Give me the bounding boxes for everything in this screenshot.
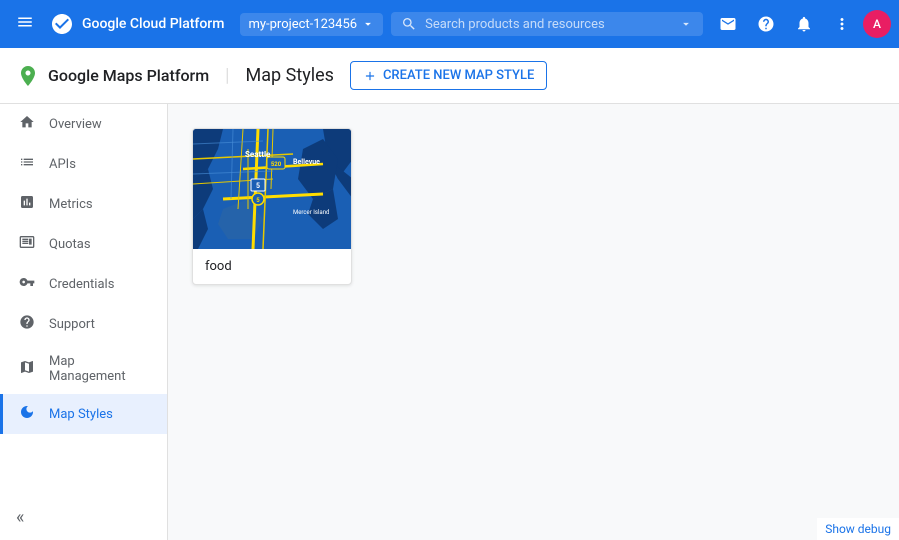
map-thumbnail: 520 Seattle Bellevue Mercer Island 5 5	[193, 129, 352, 249]
sidebar-item-support[interactable]: Support	[0, 304, 167, 344]
support-icon[interactable]	[711, 7, 745, 41]
search-bar[interactable]: Search products and resources	[391, 12, 703, 36]
sidebar-item-overview[interactable]: Overview	[0, 104, 167, 144]
create-new-map-style-button[interactable]: CREATE NEW MAP STYLE	[350, 61, 547, 90]
metrics-icon	[19, 194, 37, 214]
main-layout: Overview APIs Metrics Quotas	[0, 104, 899, 540]
page-title: Map Styles	[246, 65, 334, 86]
sidebar-item-apis[interactable]: APIs	[0, 144, 167, 184]
map-style-label: food	[193, 249, 351, 284]
sidebar-item-metrics[interactable]: Metrics	[0, 184, 167, 224]
project-selector[interactable]: my-project-123456	[240, 13, 383, 36]
divider: |	[225, 65, 229, 86]
map-style-card-food[interactable]: 520 Seattle Bellevue Mercer Island 5 5 f	[192, 128, 352, 285]
map-management-icon	[19, 359, 37, 379]
menu-icon[interactable]	[8, 5, 42, 44]
svg-text:5: 5	[256, 182, 260, 190]
more-icon[interactable]	[825, 7, 859, 41]
svg-text:520: 520	[271, 161, 282, 168]
sub-header-app-name: Google Maps Platform	[48, 66, 209, 85]
sidebar: Overview APIs Metrics Quotas	[0, 104, 168, 540]
top-bar-actions: A	[711, 7, 891, 41]
svg-text:Mercer Island: Mercer Island	[293, 209, 329, 216]
sidebar-item-credentials[interactable]: Credentials	[0, 264, 167, 304]
quotas-icon	[19, 234, 37, 254]
main-content: 520 Seattle Bellevue Mercer Island 5 5 f	[168, 104, 899, 540]
svg-text:Bellevue: Bellevue	[293, 158, 320, 166]
maps-platform-logo: Google Maps Platform	[16, 64, 209, 88]
top-bar: Google Cloud Platform my-project-123456 …	[0, 0, 899, 48]
svg-text:5: 5	[256, 197, 260, 204]
avatar[interactable]: A	[863, 10, 891, 38]
svg-text:Seattle: Seattle	[245, 150, 271, 159]
credentials-icon	[19, 274, 37, 294]
overview-icon	[19, 114, 37, 134]
notifications-icon[interactable]	[787, 7, 821, 41]
sidebar-item-map-styles[interactable]: Map Styles	[0, 394, 167, 434]
support-icon	[19, 314, 37, 334]
app-logo: Google Cloud Platform	[50, 12, 224, 36]
apis-icon	[19, 154, 37, 174]
sidebar-item-quotas[interactable]: Quotas	[0, 224, 167, 264]
help-icon[interactable]	[749, 7, 783, 41]
sub-header: Google Maps Platform | Map Styles CREATE…	[0, 48, 899, 104]
sidebar-collapse-button[interactable]: «	[0, 495, 167, 540]
map-styles-icon	[19, 404, 37, 424]
sidebar-item-map-management[interactable]: Map Management	[0, 344, 167, 394]
debug-bar[interactable]: Show debug	[817, 518, 899, 540]
